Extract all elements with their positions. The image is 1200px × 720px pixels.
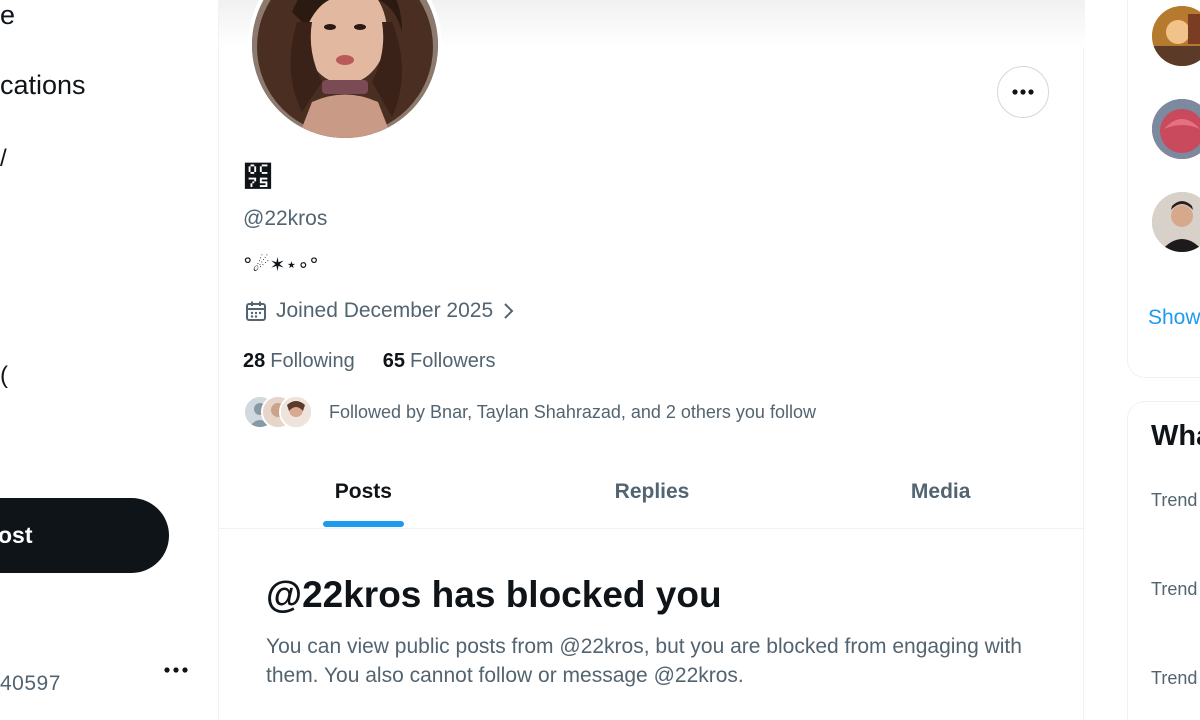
- more-options-button[interactable]: [997, 66, 1049, 118]
- followed-by-text: Followed by Bnar, Taylan Shahrazad, and …: [329, 401, 816, 422]
- following-label: Following: [270, 350, 355, 372]
- active-tab-indicator: [322, 521, 404, 527]
- suggested-user-avatar[interactable]: [1152, 99, 1200, 159]
- mutual-avatar: [279, 395, 313, 429]
- followers-link[interactable]: 65 Followers: [383, 350, 496, 373]
- post-button[interactable]: ost: [0, 498, 169, 573]
- followed-by-row[interactable]: Followed by Bnar, Taylan Shahrazad, and …: [243, 395, 816, 429]
- trend-item-meta[interactable]: Trend: [1151, 579, 1197, 600]
- suggested-user-avatar[interactable]: [1152, 6, 1200, 66]
- whats-happening-card: Wha Trend Trend Trend: [1127, 401, 1200, 720]
- trend-item-meta[interactable]: Trend: [1151, 668, 1197, 689]
- tab-label: Replies: [614, 479, 690, 503]
- profile-avatar[interactable]: [248, 0, 442, 142]
- tab-label: Posts: [334, 479, 392, 503]
- post-button-label: ost: [0, 522, 33, 548]
- show-more-link[interactable]: Show: [1148, 306, 1200, 330]
- chevron-right-icon: [504, 303, 514, 319]
- tab-replies[interactable]: Replies: [508, 455, 797, 528]
- tab-posts[interactable]: Posts: [219, 455, 508, 528]
- joined-date-row[interactable]: Joined December 2025: [245, 299, 514, 323]
- calendar-icon: [246, 301, 266, 321]
- more-icon: [1012, 89, 1034, 95]
- following-count: 28: [243, 350, 266, 372]
- right-sidebar: Show Wha Trend Trend Trend: [1127, 0, 1200, 720]
- followers-count: 65: [382, 350, 405, 372]
- blocked-description: You can view public posts from @22kros, …: [266, 635, 1022, 687]
- whats-happening-title: Wha: [1151, 420, 1200, 452]
- follow-stats: 28 Following 65 Followers: [243, 350, 496, 373]
- trend-item-meta[interactable]: Trend: [1151, 490, 1197, 511]
- suggested-user-avatar[interactable]: [1152, 192, 1200, 252]
- profile-tabs: Posts Replies Media: [219, 455, 1085, 529]
- profile-column: ౵ @22kros °☄✶⋆∘° Joined December 2025 28…: [218, 0, 1085, 720]
- account-handle[interactable]: 40597: [0, 672, 61, 696]
- left-sidebar: e cations / ( ost 40597: [0, 0, 218, 720]
- who-to-follow-card: Show: [1127, 0, 1200, 378]
- tab-media[interactable]: Media: [796, 455, 1085, 528]
- profile-handle: @22kros: [243, 207, 328, 230]
- nav-item-fragment[interactable]: (: [0, 362, 8, 390]
- mutual-avatars: [243, 395, 313, 429]
- blocked-title: @22kros has blocked you: [266, 574, 722, 615]
- nav-item-home[interactable]: e: [0, 0, 15, 31]
- followers-label: Followers: [409, 350, 496, 372]
- profile-display-name: ౵: [243, 160, 273, 195]
- profile-bio: °☄✶⋆∘°: [243, 254, 319, 276]
- more-icon[interactable]: [162, 656, 190, 684]
- joined-date: Joined December 2025: [276, 299, 494, 322]
- tab-label: Media: [910, 479, 971, 503]
- nav-item-notifications[interactable]: cations: [0, 70, 86, 101]
- nav-item-fragment[interactable]: /: [0, 145, 7, 173]
- following-link[interactable]: 28 Following: [243, 350, 355, 373]
